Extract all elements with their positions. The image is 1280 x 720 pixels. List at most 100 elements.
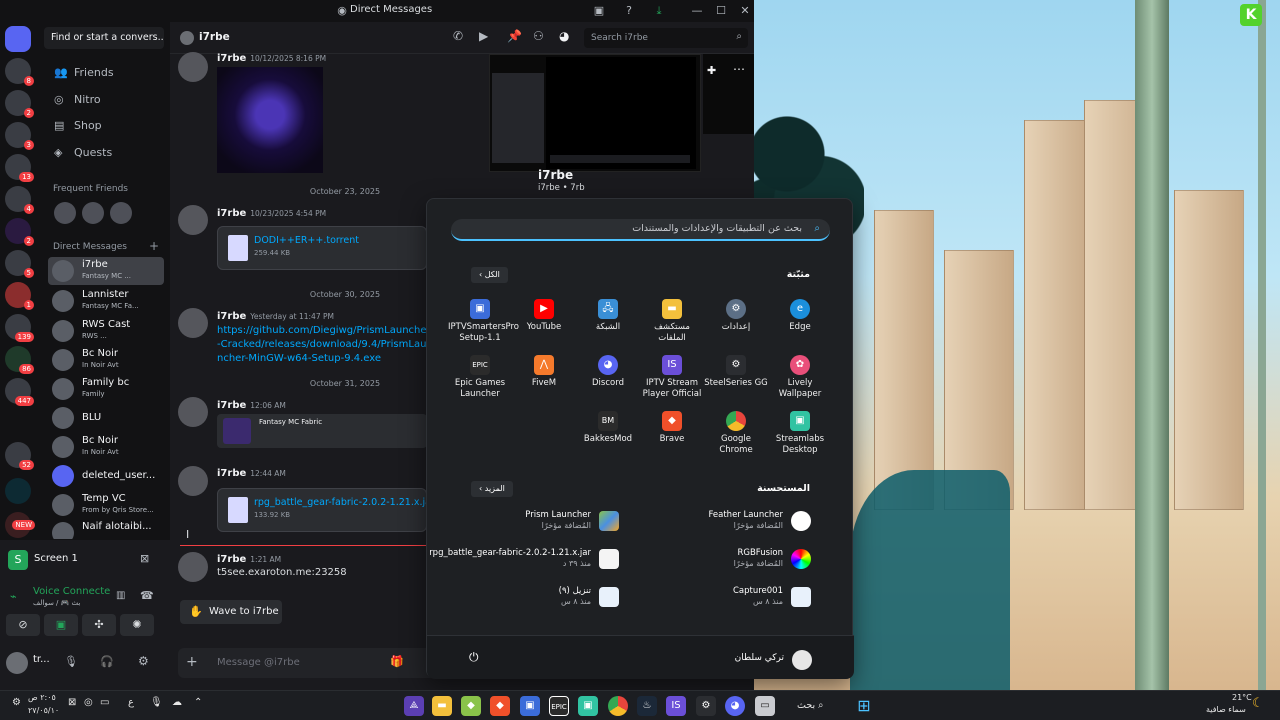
pinned-app[interactable]: ◆ Brave <box>640 411 704 461</box>
steam-icon[interactable]: ♨ <box>637 696 657 716</box>
server-icon[interactable] <box>5 478 31 504</box>
dm-item[interactable]: Family bc Family <box>48 375 164 403</box>
more-options-icon[interactable]: ⋯ <box>733 62 745 76</box>
server-icon[interactable]: 2 <box>5 90 34 118</box>
server-icon[interactable]: 2 <box>5 218 34 246</box>
message-avatar[interactable] <box>178 52 208 82</box>
windows-start-icon[interactable]: ⊞ <box>854 696 874 716</box>
help-icon[interactable]: ? <box>622 4 636 18</box>
network-tray-icon[interactable]: ⊠ <box>68 697 76 708</box>
recommended-item[interactable]: RGBFusion المُضافة مؤخرًا <box>641 545 811 575</box>
message-author[interactable]: i7rbe <box>217 53 246 64</box>
server-icon[interactable]: 13 <box>5 154 34 182</box>
dm-item[interactable]: BLU <box>48 404 164 432</box>
find-conversation-input[interactable]: Find or start a convers... <box>44 27 164 49</box>
brave-icon[interactable]: ◆ <box>490 696 510 716</box>
soundboard-icon[interactable]: ▥ <box>116 590 125 601</box>
link-embed[interactable]: Fantasy MC Fabric <box>217 414 427 448</box>
message-avatar[interactable] <box>178 397 208 427</box>
file-name[interactable]: DODI++ER++.torrent <box>254 235 359 246</box>
image-attachment[interactable] <box>217 67 323 173</box>
pinned-app[interactable]: ⚙ SteelSeries GG <box>704 355 768 405</box>
message-author[interactable]: i7rbe <box>217 554 246 565</box>
server-icon[interactable]: NEW <box>5 512 35 538</box>
message-avatar[interactable] <box>178 552 208 582</box>
activities-button[interactable]: ✣ <box>82 614 116 636</box>
gift-icon[interactable]: 🎁 <box>390 655 404 668</box>
discord-home-icon[interactable] <box>5 26 31 52</box>
volume-tray-icon[interactable]: ◎ <box>84 697 93 708</box>
server-icon[interactable]: 1 <box>5 282 34 310</box>
frequent-friend-avatar[interactable] <box>110 202 132 224</box>
pinned-app[interactable]: ◕ Discord <box>576 355 640 405</box>
file-attachment[interactable]: rpg_battle_gear-fabric-2.0.2-1.21.x.jar … <box>217 488 435 532</box>
add-friends-icon[interactable]: ⚇ <box>533 29 544 43</box>
message-author[interactable]: i7rbe <box>217 400 246 411</box>
taskbar-app-icon[interactable]: ⟁ <box>404 696 424 716</box>
frequent-friend-avatar[interactable] <box>54 202 76 224</box>
discord-icon[interactable]: ◕ <box>725 696 745 716</box>
all-apps-button[interactable]: ‹ الكل <box>471 267 508 283</box>
message-author[interactable]: i7rbe <box>217 208 246 219</box>
close-button[interactable]: ✕ <box>738 4 752 18</box>
message-link[interactable]: https://github.com/Diegiwg/PrismLauncher… <box>217 324 432 366</box>
task-view-icon[interactable]: ▭ <box>755 696 775 716</box>
taskbar-search[interactable]: بحث ⌕ <box>797 700 823 711</box>
minimize-button[interactable]: — <box>690 4 704 18</box>
embed-title[interactable]: Fantasy MC Fabric <box>259 418 322 426</box>
pinned-app[interactable]: ⋀ FiveM <box>512 355 576 405</box>
server-icon[interactable]: 52 <box>5 442 34 470</box>
message-composer[interactable]: + Message @i7rbe 🎁 <box>178 648 438 678</box>
user-profile-icon[interactable]: ◕ <box>559 29 569 43</box>
stream-preview[interactable] <box>489 54 701 172</box>
wave-button[interactable]: ✋ Wave to i7rbe <box>180 600 282 624</box>
message-author[interactable]: i7rbe <box>217 311 246 322</box>
pinned-app[interactable]: Google Chrome <box>704 411 768 461</box>
stop-share-icon[interactable]: ⊠ <box>140 552 149 565</box>
file-attachment[interactable]: DODI++ER++.torrent 259.44 KB <box>217 226 427 270</box>
server-icon[interactable]: 5 <box>5 250 34 278</box>
pinned-app[interactable]: e Edge <box>768 299 832 349</box>
settings-gear-icon[interactable]: ⚙ <box>138 654 149 668</box>
recommended-item[interactable]: Feather Launcher المُضافة مؤخرًا <box>641 507 811 537</box>
epic-games-icon[interactable]: EPIC <box>549 696 569 716</box>
create-dm-icon[interactable]: + <box>149 239 159 253</box>
display-tray-icon[interactable]: ▭ <box>100 697 109 708</box>
pinned-app[interactable]: IS IPTV Stream Player Official <box>640 355 704 405</box>
nav-quests[interactable]: ◈ Quests <box>46 142 166 164</box>
dm-item[interactable]: i7rbe Fantasy MC ... <box>48 257 164 285</box>
start-user-name[interactable]: تركي سلطان <box>735 653 784 663</box>
download-icon[interactable]: ⤓ <box>652 4 666 18</box>
streamlabs-icon[interactable]: ▣ <box>578 696 598 716</box>
nav-friends[interactable]: 👥 Friends <box>46 62 166 84</box>
pinned-app[interactable]: EPIC Epic Games Launcher <box>448 355 512 405</box>
nav-shop[interactable]: ▤ Shop <box>46 115 166 137</box>
chrome-icon[interactable] <box>608 696 628 716</box>
mic-tray-icon[interactable]: 🎙 <box>150 697 163 708</box>
weather-temp[interactable]: 21°C <box>1232 693 1252 702</box>
server-icon[interactable]: 8 <box>5 58 34 86</box>
recommended-item[interactable]: Prism Launcher المُضافة مؤخرًا <box>449 507 619 537</box>
chevron-up-icon[interactable]: ⌃ <box>194 697 202 708</box>
server-icon[interactable]: 139 <box>5 314 34 342</box>
screen-share-row[interactable]: S Screen 1 ⊠ <box>6 548 164 572</box>
add-attachment-icon[interactable]: + <box>186 654 198 670</box>
message-avatar[interactable] <box>178 466 208 496</box>
maximize-button[interactable]: ☐ <box>714 4 728 18</box>
user-avatar[interactable] <box>792 650 812 670</box>
clock-date[interactable]: ٢٧/٠٥/١٠ <box>28 706 59 715</box>
video-call-icon[interactable]: ▶ <box>479 29 488 43</box>
message-avatar[interactable] <box>178 205 208 235</box>
start-search-input[interactable]: بحث عن التطبيقات والإعدادات والمستندات ⌕ <box>451 219 830 241</box>
file-explorer-icon[interactable]: ▬ <box>432 696 452 716</box>
dm-item[interactable]: Bc Noir In Noir Avt <box>48 346 164 374</box>
disconnect-icon[interactable]: ☎ <box>140 589 154 602</box>
dm-item[interactable]: RWS Cast RWS ... <box>48 317 164 345</box>
power-icon[interactable]: ⏻ <box>469 650 479 665</box>
language-indicator[interactable]: ع <box>128 697 134 708</box>
recommended-item[interactable]: تنزيل (٩) منذ ٨ س <box>449 583 619 613</box>
server-icon[interactable]: 3 <box>5 122 34 150</box>
pinned-app[interactable]: 🖧 الشبكة <box>576 299 640 349</box>
pinned-app[interactable]: BM BakkesMod <box>576 411 640 461</box>
message-author[interactable]: i7rbe <box>217 468 246 479</box>
